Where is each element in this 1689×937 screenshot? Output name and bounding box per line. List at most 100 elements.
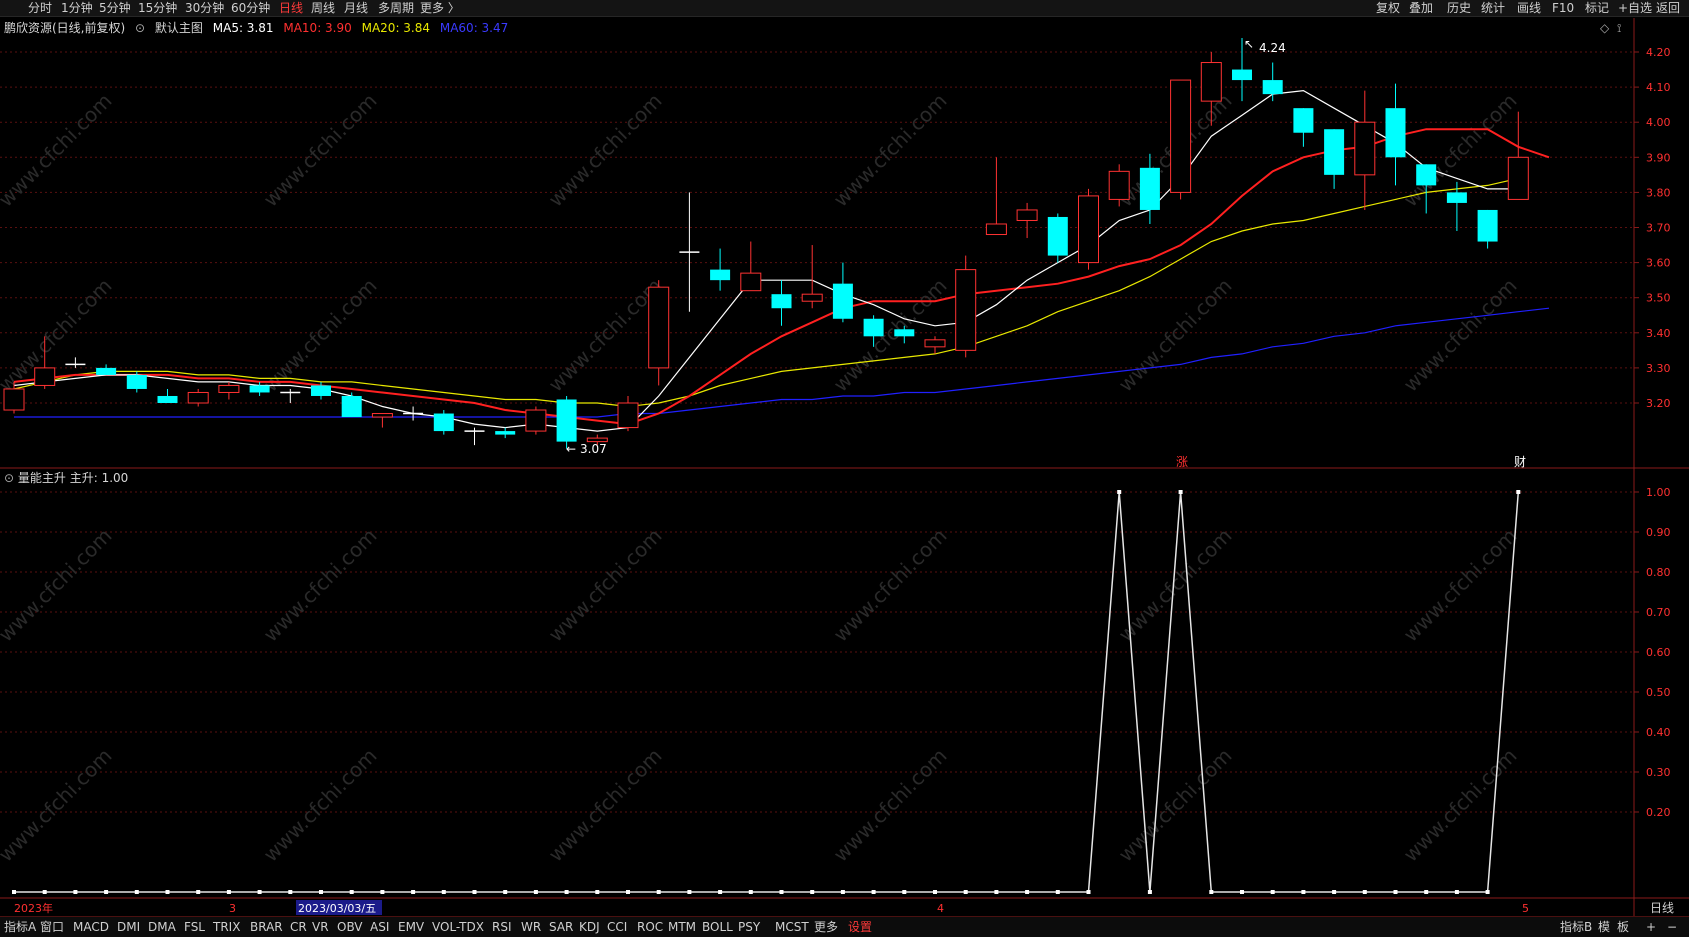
zhusheng-point (1147, 890, 1152, 894)
indicator-tab[interactable]: ASI (370, 920, 389, 934)
indicator-tab[interactable]: VR (312, 920, 329, 934)
indicator-tab[interactable]: MACD (73, 920, 109, 934)
zhusheng-point (1485, 890, 1490, 894)
indicator-tab[interactable]: BOLL (702, 920, 733, 934)
indicator-axis: 0.20 0.30 0.40 0.50 0.60 0.70 0.80 0.90 1.00 (1634, 486, 1671, 819)
indicator-tab[interactable]: 更多 (814, 920, 838, 934)
watermark-text: www.cfchi.com (0, 274, 117, 397)
indicator-tab[interactable]: OBV (337, 920, 363, 934)
cai-marker: 财 (1514, 455, 1526, 469)
indicator-tab[interactable]: KDJ (579, 920, 600, 934)
candle-body (556, 399, 577, 442)
zhusheng-point (994, 890, 999, 894)
zhusheng-point (1240, 890, 1244, 894)
zhusheng-point (1117, 490, 1122, 494)
candle-body (648, 286, 670, 369)
indicator-tab[interactable]: DMA (148, 920, 176, 934)
zhusheng-point (1209, 890, 1214, 894)
zhusheng-point (902, 890, 907, 894)
indicator-tab[interactable]: RSI (492, 920, 512, 934)
ma10-line (13, 128, 1550, 426)
candle-body (1324, 129, 1345, 175)
candle-body (955, 269, 977, 351)
watermark-text: www.cfchi.com (1399, 524, 1522, 647)
zhusheng-point (257, 890, 262, 894)
candle-body (525, 409, 547, 432)
x-month-5: 5 (1522, 902, 1529, 915)
candle-body (218, 384, 240, 393)
zhusheng-point (840, 890, 845, 894)
candle-body (126, 374, 147, 389)
x-month-4: 4 (937, 902, 944, 915)
candle-body (1354, 121, 1376, 176)
zhusheng-point (472, 890, 477, 894)
indicator-tab[interactable]: EMV (398, 920, 424, 934)
price-axis: 3.20 3.30 3.40 3.50 3.60 3.70 3.80 3.90 4.00 4.10… (1634, 46, 1671, 410)
zhusheng-point (42, 890, 47, 894)
bottom-right-control[interactable]: + (1646, 920, 1656, 934)
watermark-text: www.cfchi.com (544, 89, 667, 212)
candle-body (433, 413, 454, 432)
candle-body (1139, 167, 1160, 210)
candle-body (1416, 164, 1437, 186)
y-tick-label: 3.20 (1646, 397, 1671, 410)
y-tick-label: 0.70 (1646, 606, 1671, 619)
y-tick-label: 3.80 (1646, 186, 1671, 199)
indicator-tab[interactable]: WR (521, 920, 541, 934)
pin-icon[interactable]: ⟟ (1617, 21, 1621, 35)
watermark-text: www.cfchi.com (259, 524, 382, 647)
candle-body (1108, 170, 1130, 200)
indicator-tab[interactable]: FSL (184, 920, 205, 934)
indicator-tab[interactable]: ROC (637, 920, 663, 934)
watermark-text: www.cfchi.com (0, 89, 117, 212)
diamond-icon[interactable]: ◇ (1600, 21, 1610, 35)
y-tick-label: 3.30 (1646, 362, 1671, 375)
zhusheng-point (196, 890, 201, 894)
indicator-tab[interactable]: 指标A (4, 920, 36, 934)
bottom-right-control[interactable]: 板 (1617, 920, 1629, 934)
y-tick-label: 3.40 (1646, 327, 1671, 340)
indicator-tab[interactable]: PSY (738, 920, 760, 934)
candle-body (1200, 62, 1222, 102)
zhusheng-point (963, 890, 968, 894)
indicator-tab[interactable]: MCST (775, 920, 809, 934)
zhusheng-point (533, 890, 538, 894)
candle-body (1232, 69, 1252, 81)
bottom-right-control[interactable]: 模 (1598, 920, 1610, 934)
zhusheng-point (1055, 890, 1060, 894)
candle-body (1477, 209, 1498, 242)
moving-average-lines (13, 89, 1550, 432)
watermark-text: www.cfchi.com (1399, 744, 1522, 867)
candle-body (863, 318, 884, 337)
indicator-tab[interactable]: 设置 (848, 920, 872, 934)
candle-body (801, 293, 823, 302)
candle-body (157, 395, 178, 403)
indicator-tab[interactable]: 窗口 (40, 920, 64, 934)
indicator-tab[interactable]: CCI (607, 920, 627, 934)
grid-lines (0, 51, 1634, 813)
indicator-tab[interactable]: VOL-TDX (432, 920, 484, 934)
zhusheng-point (748, 890, 753, 894)
candle-body (617, 402, 639, 429)
ma20-line (13, 177, 1519, 408)
kline-chart[interactable]: www.cfchi.com www.cfchi.com www.cfchi.com w… (0, 0, 1689, 936)
candle-body (924, 339, 946, 348)
candle-body (1170, 79, 1192, 193)
indicator-tabs: 指标A 窗口 MACD DMI DMA FSL TRIX BRAR CR VR OBV ASI EMV V… (0, 916, 1689, 937)
indicator-tab[interactable]: CR (290, 920, 307, 934)
indicator-tab[interactable]: BRAR (250, 920, 283, 934)
indicator-tab[interactable]: MTM (668, 920, 696, 934)
y-tick-label: 4.00 (1646, 116, 1671, 129)
x-year-label: 2023年 (14, 901, 53, 915)
candle-body (894, 329, 915, 337)
indicator-tab[interactable]: DMI (117, 920, 140, 934)
period-label: 日线 (1650, 901, 1674, 915)
indicator-tab[interactable]: SAR (549, 920, 573, 934)
bottom-right-control[interactable]: − (1667, 920, 1677, 934)
candle-body (1016, 209, 1038, 221)
indicator-tab[interactable]: TRIX (213, 920, 240, 934)
zhusheng-point (1332, 890, 1337, 894)
y-tick-label: 3.50 (1646, 292, 1671, 305)
bottom-right-control[interactable]: 指标B (1560, 920, 1592, 934)
zhusheng-point (503, 890, 508, 894)
